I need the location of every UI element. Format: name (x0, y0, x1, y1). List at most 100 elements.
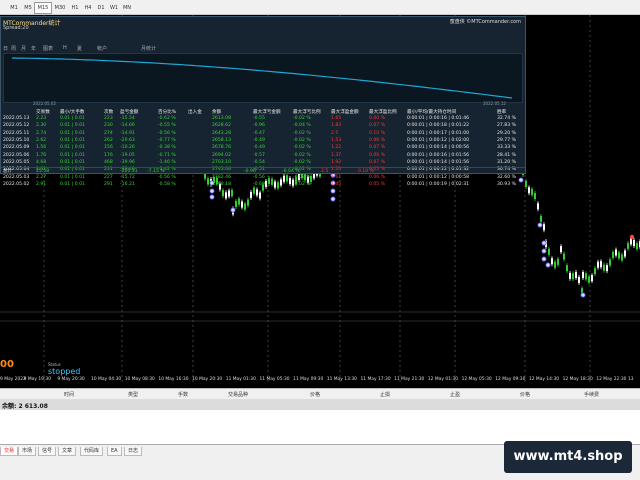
panel-tab[interactable]: 夏 (77, 45, 82, 52)
stats-cell (186, 144, 210, 151)
stats-cell: -0.77 % (158, 138, 176, 144)
candle-body (575, 272, 577, 279)
balance-row: 余额: 2 613.08 (0, 399, 640, 410)
tf-button-mn[interactable]: MN (120, 2, 134, 14)
watermark-brand: www.mt4.shop (504, 441, 632, 473)
stats-cell: 2.23 (36, 116, 47, 122)
panel-tab[interactable]: 周 (11, 45, 16, 52)
panel-tab[interactable]: 图表 (43, 45, 53, 52)
stats-row: 2022.05.11 2.74 0.01 | 0.01 274 -14.91 -0.56 … (1, 130, 525, 137)
col-header: 次数 (104, 109, 114, 115)
panel-tab[interactable]: 年 (31, 45, 36, 52)
stats-cell: 1.45 (331, 181, 342, 187)
trade-marker (330, 196, 336, 202)
tf-button-w1[interactable]: W1 (107, 2, 121, 14)
panel-tab[interactable]: 日 (3, 45, 8, 52)
equity-curve-svg (11, 57, 513, 99)
stats-cell: -0.55 % (158, 123, 176, 129)
time-axis-tick: 12 May 01:30 (427, 377, 458, 382)
stats-cell: 0.01 | 0.01 (60, 123, 85, 129)
col-header: 余额 (212, 109, 222, 115)
time-axis-tick: 11 May 21:30 (394, 377, 425, 382)
candle-body (585, 273, 587, 280)
tab-articles[interactable]: 文章 (58, 447, 77, 456)
stats-cell: 0.07 % (369, 123, 386, 129)
panel-link[interactable]: 蜜盘侠 ©MTCommander.com (450, 18, 521, 25)
stats-cell: 2022.05.13 (3, 116, 30, 122)
stats-cell (186, 159, 210, 166)
trade-col-tp[interactable]: 止盈 (450, 391, 460, 398)
total-trades: 25.58 (36, 169, 50, 174)
candle-body (247, 199, 249, 206)
tab-experts[interactable]: EA (107, 447, 122, 456)
total-max-dd-pct: -0.04 % (282, 169, 300, 174)
candle-body (627, 242, 629, 249)
stats-cell (186, 151, 210, 158)
current-price-label: 00 (0, 359, 14, 370)
trade-marker (541, 240, 547, 246)
stats-cell: 0:00:01 | 0:00:19 | 0:02:31 (407, 181, 470, 187)
panel-tab[interactable]: 帐户 (97, 45, 107, 52)
trade-marker (230, 207, 236, 213)
stats-panel: MTCommander统计 Spread:20 蜜盘侠 ©MTCommander… (0, 16, 526, 187)
col-header: 交易数 (36, 109, 50, 115)
tab-codebase[interactable]: 代码库 (80, 447, 104, 456)
stats-cell: -39.96 (120, 159, 135, 165)
candle-body (572, 273, 574, 280)
trade-col-symbol[interactable]: 交易品种 (228, 391, 248, 398)
stats-cell: 223 (104, 116, 113, 122)
panel-tab[interactable]: 月 (21, 45, 26, 52)
time-axis-tick: 12 May 22:30 (596, 377, 627, 382)
trade-col-type[interactable]: 类型 (128, 391, 138, 398)
trade-col-time[interactable]: 时间 (64, 391, 74, 398)
candle-body (566, 265, 568, 272)
col-header: 胜率 (497, 109, 507, 115)
stats-total-row: 总计 25.58 -201.31 -7.15 % -0.96 -0.04 % 2… (1, 167, 525, 175)
stats-cell: 1.37 (331, 152, 342, 158)
balance-text: 余额: 2 613.08 (2, 403, 48, 410)
stats-cell: 262 (104, 138, 113, 144)
stats-cell: -14.66 (120, 123, 135, 129)
time-axis-tick: 11 May 09:30 (293, 377, 324, 382)
tf-button-h1[interactable]: H1 (68, 2, 82, 14)
tf-button-m30[interactable]: M30 (51, 2, 69, 14)
stats-cell: 32.74 % (497, 116, 516, 122)
stats-cell: 1.53 (331, 138, 342, 144)
tab-journal[interactable]: 日志 (124, 447, 143, 456)
candle-body (525, 180, 527, 187)
trade-col-sl[interactable]: 止损 (380, 391, 390, 398)
stats-cell: 1.22 (331, 145, 342, 151)
time-axis-tick: 13 (628, 377, 634, 382)
candle-body (600, 261, 602, 268)
tf-button-m15[interactable]: M15 (34, 2, 52, 14)
stats-cell: 33.33 % (497, 145, 516, 151)
stats-cell: 29.20 % (497, 130, 516, 136)
stats-cell (186, 181, 210, 188)
candle-body (528, 187, 530, 194)
candle-body (597, 261, 599, 268)
tab-trade[interactable]: 交易 (0, 447, 19, 456)
stats-cell: 0.10 % (369, 130, 386, 136)
candle-body (548, 248, 550, 255)
tab-signals[interactable]: 信号 (38, 447, 57, 456)
trade-marker (209, 194, 215, 200)
stats-cell: 0.01 | 0.01 (60, 145, 85, 151)
stats-cell: -15.54 (120, 116, 135, 122)
stats-row: 2022.05.13 2.23 0.01 | 0.01 223 -15.54 -0.62 … (1, 115, 525, 122)
stats-cell: 2.30 (36, 123, 47, 129)
trade-col-lots[interactable]: 手数 (178, 391, 188, 398)
stats-cell: 1.56 (36, 145, 47, 151)
col-header: 出入金 (188, 109, 202, 115)
tf-button-d1[interactable]: D1 (94, 2, 108, 14)
trade-col-price[interactable]: 价格 (310, 391, 320, 398)
panel-tab[interactable]: 月统计 (141, 45, 156, 52)
candle-body (609, 259, 611, 266)
tab-market[interactable]: 市场 (18, 447, 37, 456)
trade-col-commission[interactable]: 手续费 (584, 391, 599, 398)
stats-cell: 2022.05.05 (3, 159, 30, 165)
stats-cell: 0.01 | 0.01 (60, 159, 85, 165)
panel-tab[interactable]: H (63, 45, 67, 51)
tf-button-h4[interactable]: H4 (81, 2, 95, 14)
trade-col-price2[interactable]: 价格 (520, 391, 530, 398)
candle-body (560, 246, 562, 253)
